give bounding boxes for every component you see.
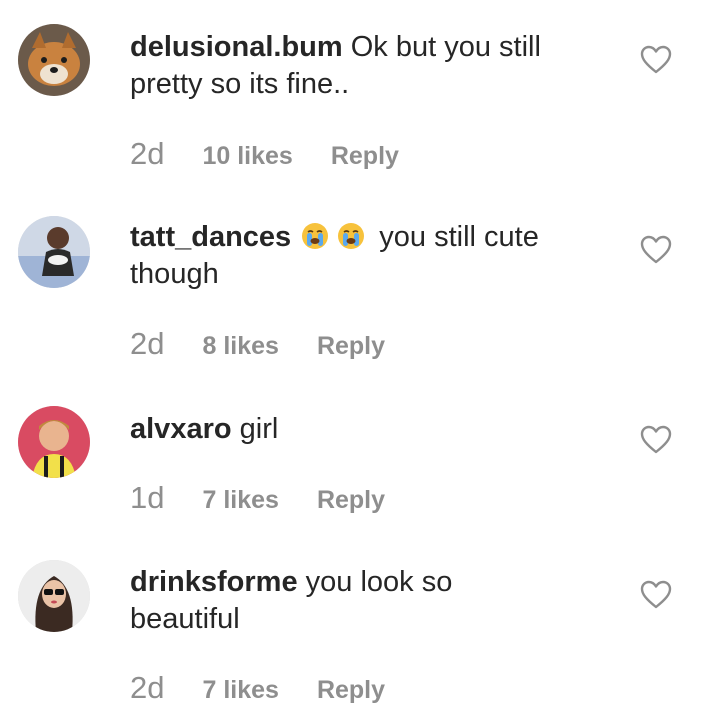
comment-likes[interactable]: 10 likes (202, 142, 292, 171)
person-avatar-icon (18, 216, 90, 288)
comment-body-line1: Ok but you still (350, 31, 541, 63)
like-heart-icon[interactable] (640, 580, 672, 610)
reply-button[interactable]: Reply (317, 332, 385, 361)
reply-button[interactable]: Reply (317, 486, 385, 515)
comment-meta: 1d 7 likes Reply (130, 480, 385, 515)
heart-outline-icon (640, 580, 672, 609)
comment-likes[interactable]: 7 likes (202, 486, 278, 515)
comment-body-line2: beautiful (130, 603, 240, 635)
avatar[interactable] (18, 24, 90, 96)
person-avatar-icon (18, 406, 90, 478)
fox-avatar-icon (18, 24, 90, 96)
heart-outline-icon (640, 425, 672, 454)
like-heart-icon[interactable] (640, 45, 672, 75)
comment-time: 2d (130, 670, 165, 705)
like-heart-icon[interactable] (640, 235, 672, 265)
comment-text: drinksforme you look so beautiful (130, 564, 610, 638)
reply-button[interactable]: Reply (317, 676, 385, 705)
comment-body-line1: you look so (305, 566, 453, 598)
comment-body-line2: pretty so its fine.. (130, 68, 350, 100)
crying-face-emoji-icon (337, 222, 365, 250)
comment-text: tatt_dances you still cute though (130, 219, 610, 293)
comment-text: alvxaro girl (130, 411, 610, 448)
comment-username[interactable]: tatt_dances (130, 221, 291, 253)
comment-username[interactable]: drinksforme (130, 566, 298, 598)
comment-meta: 2d 8 likes Reply (130, 326, 385, 361)
like-heart-icon[interactable] (640, 425, 672, 455)
comment-body-line2: though (130, 258, 219, 290)
person-avatar-icon (18, 560, 90, 632)
comment-likes[interactable]: 8 likes (202, 332, 278, 361)
comment-username[interactable]: delusional.bum (130, 31, 343, 63)
crying-face-emoji-icon (301, 222, 329, 250)
comment-body-line1: girl (239, 413, 279, 445)
comment-time: 2d (130, 136, 165, 171)
avatar[interactable] (18, 216, 90, 288)
heart-outline-icon (640, 45, 672, 74)
comment-meta: 2d 10 likes Reply (130, 136, 399, 171)
comment-meta: 2d 7 likes Reply (130, 670, 385, 705)
comment-time: 2d (130, 326, 165, 361)
heart-outline-icon (640, 235, 672, 264)
comment-text: delusional.bum Ok but you still pretty s… (130, 29, 610, 103)
comment-body-line1: you still cute (379, 221, 539, 253)
reply-button[interactable]: Reply (331, 142, 399, 171)
comment-time: 1d (130, 480, 165, 515)
avatar[interactable] (18, 560, 90, 632)
comment-username[interactable]: alvxaro (130, 413, 232, 445)
avatar[interactable] (18, 406, 90, 478)
comment-likes[interactable]: 7 likes (202, 676, 278, 705)
